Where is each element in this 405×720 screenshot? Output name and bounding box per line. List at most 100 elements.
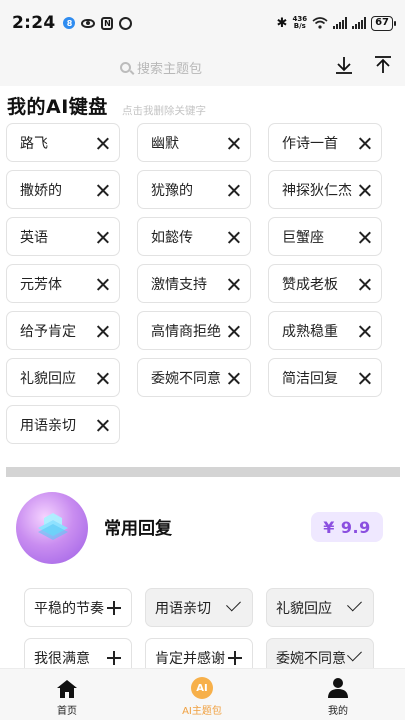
keyword-chip-label: 用语亲切 [20,417,76,434]
section-title: 我的AI键盘 [7,96,108,118]
keyword-chip[interactable]: 巨蟹座 [268,217,382,256]
tab-label-profile: 我的 [328,706,348,717]
plus-icon [228,651,242,665]
keyword-chip[interactable]: 英语 [6,217,120,256]
close-icon[interactable] [227,184,240,197]
keyword-chip-label: 作诗一首 [282,135,338,152]
close-icon[interactable] [358,325,371,338]
keyword-chip[interactable]: 作诗一首 [268,123,382,162]
pack-name: 常用回复 [104,519,172,539]
keyword-chip-label: 委婉不同意 [151,370,221,387]
search-placeholder: 搜索主题包 [137,61,203,77]
keyword-chip[interactable]: 神探狄仁杰 [268,170,382,209]
search-icon [120,61,131,73]
keyword-chip-label: 路飞 [20,135,48,152]
cube-icon [38,513,68,540]
keyword-chip-label: 撒娇的 [20,182,62,199]
keyword-chip[interactable]: 简洁回复 [268,358,382,397]
keyword-chip-label: 激情支持 [151,276,207,293]
keyword-chip[interactable]: 高情商拒绝 [137,311,251,350]
close-icon[interactable] [227,137,240,150]
pack-image [16,492,88,564]
close-icon[interactable] [358,372,371,385]
pack-chip-label: 肯定并感谢 [155,650,225,667]
section-hint: 点击我删除关键字 [122,105,206,117]
keyword-chip-label: 成熟稳重 [282,323,338,340]
bluetooth-icon: ✱ [276,15,288,31]
bottom-tab-bar: 首页 AI AI主题包 我的 [0,668,405,720]
battery-icon: 67 [371,15,396,31]
check-icon [347,646,362,662]
close-icon[interactable] [227,231,240,244]
status-icons-right: ✱ 436 B/s 67 [276,15,396,31]
pack-chip-label: 委婉不同意 [276,650,346,667]
search-input[interactable]: 搜索主题包 [108,56,298,78]
close-icon[interactable] [96,372,109,385]
keyword-chip[interactable]: 撒娇的 [6,170,120,209]
signal-icon [333,17,348,29]
keyword-chip[interactable]: 幽默 [137,123,251,162]
pack-chip-label: 我很满意 [34,650,90,667]
network-speed: 436 B/s [292,15,308,30]
close-icon[interactable] [96,184,109,197]
keyword-chip[interactable]: 礼貌回应 [6,358,120,397]
keyword-chip[interactable]: 元芳体 [6,264,120,303]
keyword-chip[interactable]: 用语亲切 [6,405,120,444]
keyword-chip-label: 简洁回复 [282,370,338,387]
keyword-chip-label: 神探狄仁杰 [282,182,352,199]
keyword-chip[interactable]: 犹豫的 [137,170,251,209]
keyword-chip-label: 礼貌回应 [20,370,76,387]
close-icon[interactable] [227,325,240,338]
pack-chip[interactable]: 平稳的节奏 [24,588,132,627]
close-icon[interactable] [96,419,109,432]
close-icon[interactable] [96,137,109,150]
keyword-chip[interactable]: 激情支持 [137,264,251,303]
ai-theme-icon: AI [191,677,213,699]
check-icon [226,596,241,612]
tab-label-ai-theme: AI主题包 [182,706,222,717]
home-icon [57,680,77,698]
close-icon[interactable] [358,231,371,244]
keyword-chip[interactable]: 赞成老板 [268,264,382,303]
close-icon[interactable] [96,231,109,244]
top-bar: 搜索主题包 [0,46,405,86]
nfc-icon: N [101,16,114,30]
keyword-chip[interactable]: 成熟稳重 [268,311,382,350]
price-button[interactable]: ¥ 9.9 [311,512,383,542]
close-icon[interactable] [96,278,109,291]
close-icon[interactable] [358,184,371,197]
keyword-chip[interactable]: 委婉不同意 [137,358,251,397]
notification-badge-icon: 8 [63,17,76,29]
keyword-chip[interactable]: 路飞 [6,123,120,162]
tab-ai-theme[interactable]: AI AI主题包 [152,675,252,717]
upload-top-icon [375,56,391,73]
close-icon[interactable] [358,278,371,291]
pack-chip-label: 用语亲切 [155,600,211,617]
alarm-icon [119,16,133,30]
status-icons-left: 8 N [63,16,133,30]
eye-icon [81,18,96,28]
status-time: 2:24 [12,13,56,33]
pack-chip[interactable]: 用语亲切 [145,588,253,627]
scroll-top-button[interactable] [370,52,396,78]
pack-chip[interactable]: 礼貌回应 [266,588,374,627]
tab-home[interactable]: 首页 [17,675,117,717]
close-icon[interactable] [358,137,371,150]
keyword-chip[interactable]: 如懿传 [137,217,251,256]
keyword-chip-label: 赞成老板 [282,276,338,293]
wifi-icon [312,17,328,29]
close-icon[interactable] [227,372,240,385]
keyword-chip[interactable]: 给予肯定 [6,311,120,350]
signal-icon-2 [352,17,367,29]
download-button[interactable] [331,52,357,78]
download-icon [336,57,352,74]
tab-label-home: 首页 [57,706,77,717]
close-icon[interactable] [227,278,240,291]
tab-profile[interactable]: 我的 [288,675,388,717]
keyword-chip-label: 高情商拒绝 [151,323,221,340]
keyword-chip-label: 给予肯定 [20,323,76,340]
section-divider [6,467,400,477]
close-icon[interactable] [96,325,109,338]
profile-icon [328,678,348,698]
pack-chip-label: 礼貌回应 [276,600,332,617]
